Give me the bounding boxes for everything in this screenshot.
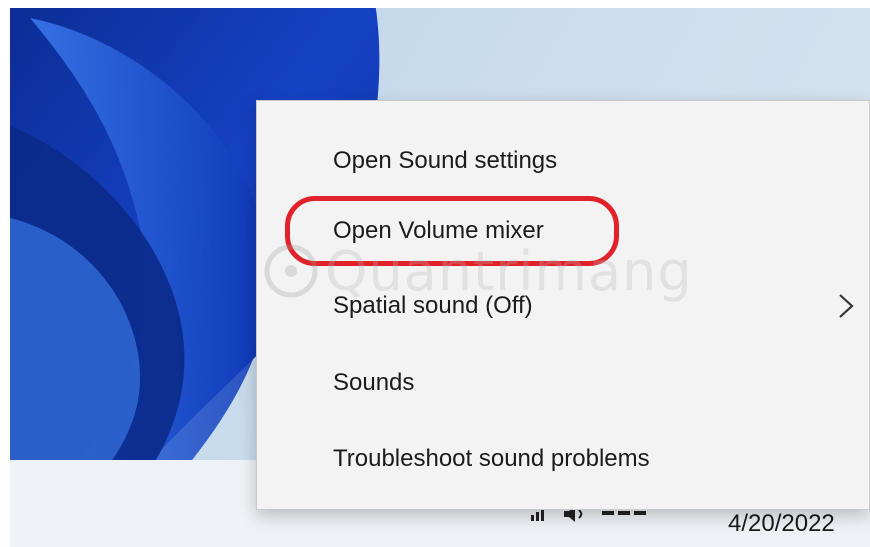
chevron-right-icon — [839, 294, 854, 318]
menu-item-label: Sounds — [333, 369, 415, 396]
menu-item-spatial-sound[interactable]: Spatial sound (Off) — [257, 276, 869, 336]
sound-context-menu: Open Sound settings Open Volume mixer Sp… — [256, 100, 870, 510]
menu-item-label: Troubleshoot sound problems — [333, 445, 650, 472]
menu-item-open-sound-settings[interactable]: Open Sound settings — [257, 131, 869, 191]
desktop-screen: 4/20/2022 Open Sound settings Open Volum… — [0, 0, 870, 547]
menu-item-label: Spatial sound (Off) — [333, 292, 533, 319]
menu-item-troubleshoot[interactable]: Troubleshoot sound problems — [257, 429, 869, 489]
taskbar-date[interactable]: 4/20/2022 — [728, 510, 835, 538]
menu-item-open-volume-mixer[interactable]: Open Volume mixer — [257, 201, 869, 261]
menu-item-sounds[interactable]: Sounds — [257, 353, 869, 413]
menu-item-label: Open Volume mixer — [333, 217, 544, 244]
menu-item-label: Open Sound settings — [333, 147, 558, 174]
